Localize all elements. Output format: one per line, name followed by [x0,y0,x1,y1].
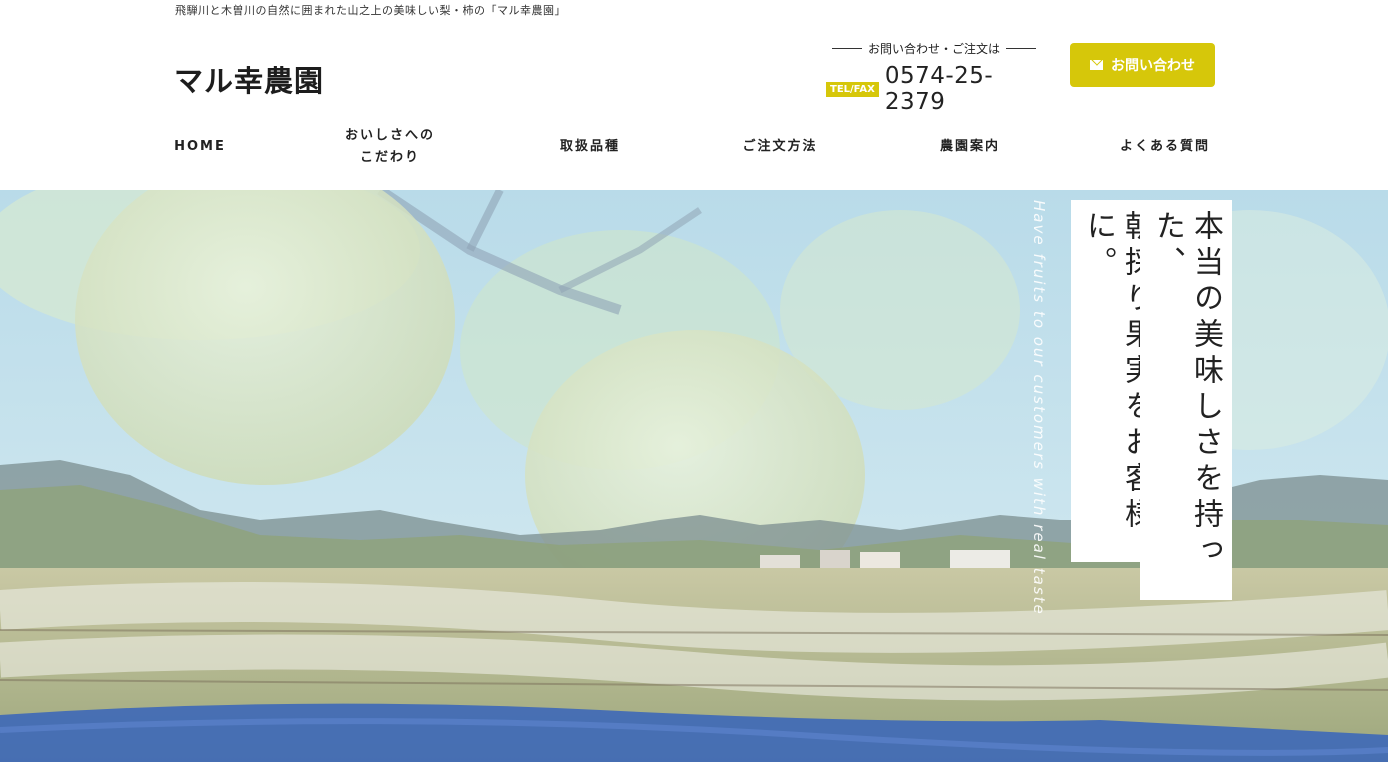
nav-home[interactable]: HOME [160,122,240,172]
english-catchcopy: Have fruits to our customers with real t… [1030,200,1048,616]
tel-number[interactable]: 0574-25-2379 [885,63,1042,115]
contact-label: お問い合わせ・ご注文は [868,42,1001,56]
main-nav: HOME おいしさへの こだわり 取扱品種 ご注文方法 農園案内 よくある質問 [0,122,1388,172]
contact-button-label: お問い合わせ [1111,58,1195,74]
mail-icon [1090,60,1103,70]
nav-commitment[interactable]: おいしさへの こだわり [320,122,460,172]
nav-order[interactable]: ご注文方法 [720,122,840,172]
nav-faq[interactable]: よくある質問 [1100,122,1230,172]
nav-farm[interactable]: 農園案内 [910,122,1030,172]
contact-info: お問い合わせ・ご注文は TEL/FAX 0574-25-2379 [826,40,1042,115]
contact-button[interactable]: お問い合わせ [1070,43,1215,87]
tagline: 飛騨川と木曽川の自然に囲まれた山之上の美味しい梨・柿の「マル幸農園」 [175,4,566,17]
divider [832,48,862,49]
nav-varieties[interactable]: 取扱品種 [530,122,650,172]
site-logo[interactable]: マル幸農園 [174,58,324,100]
hero-copy-right: 本当の美味しさを持った、 [1140,200,1232,600]
hero-image: Have fruits to our customers with real t… [0,190,1388,762]
tel-badge: TEL/FAX [826,81,879,97]
divider [1006,48,1037,49]
